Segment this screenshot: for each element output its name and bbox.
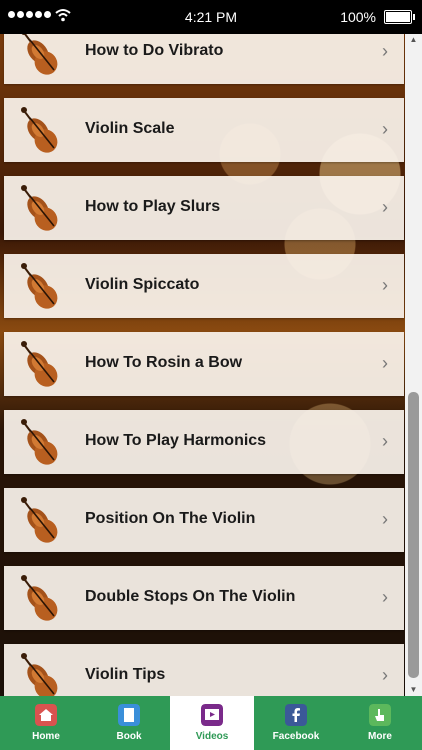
- violin-icon: [20, 106, 62, 156]
- list-item-label: Violin Scale: [85, 120, 175, 137]
- chevron-right-icon: ›: [382, 275, 388, 295]
- book-icon: [118, 704, 140, 726]
- chevron-right-icon: ›: [382, 587, 388, 607]
- list-item[interactable]: Double Stops On The Violin ›: [4, 566, 404, 630]
- scroll-up-icon[interactable]: ▲: [405, 34, 422, 46]
- chevron-right-icon: ›: [382, 119, 388, 139]
- tab-home[interactable]: Home: [4, 696, 88, 750]
- tab-videos[interactable]: Videos: [170, 696, 254, 750]
- violin-icon: [20, 34, 62, 78]
- chevron-right-icon: ›: [382, 665, 388, 685]
- list-item[interactable]: Violin Tips ›: [4, 644, 404, 696]
- battery-percent: 100%: [340, 9, 376, 25]
- list-item[interactable]: Position On The Violin ›: [4, 488, 404, 552]
- chevron-right-icon: ›: [382, 41, 388, 61]
- status-bar: 4:21 PM 100%: [0, 0, 422, 34]
- list-item[interactable]: How To Play Harmonics ›: [4, 410, 404, 474]
- facebook-icon: [285, 704, 307, 726]
- battery-icon: [384, 10, 415, 24]
- tab-more[interactable]: More: [338, 696, 422, 750]
- chevron-right-icon: ›: [382, 353, 388, 373]
- scroll-down-icon[interactable]: ▼: [405, 684, 422, 696]
- tab-label: More: [368, 731, 392, 742]
- more-icon: [369, 704, 391, 726]
- list-item[interactable]: How to Play Slurs ›: [4, 176, 404, 240]
- chevron-right-icon: ›: [382, 197, 388, 217]
- list-item-label: Double Stops On The Violin: [85, 588, 296, 605]
- tab-facebook[interactable]: Facebook: [254, 696, 338, 750]
- violin-icon: [20, 184, 62, 234]
- videos-icon: [201, 704, 223, 726]
- list-item-label: Violin Tips: [85, 666, 166, 683]
- list-item-label: Position On The Violin: [85, 510, 256, 527]
- scrollbar-thumb[interactable]: [408, 392, 419, 678]
- violin-icon: [20, 418, 62, 468]
- tab-label: Videos: [195, 731, 229, 742]
- list-item[interactable]: How To Rosin a Bow ›: [4, 332, 404, 396]
- list-item[interactable]: Violin Spiccato ›: [4, 254, 404, 318]
- list-item[interactable]: Violin Scale ›: [4, 98, 404, 162]
- video-list: How to Do Vibrato › Violin Scale › How t…: [0, 34, 405, 696]
- tab-label: Book: [116, 731, 142, 742]
- violin-icon: [20, 574, 62, 624]
- scrollbar[interactable]: ▲ ▼: [405, 34, 422, 696]
- list-item-label: How To Rosin a Bow: [85, 354, 243, 371]
- tab-label: Facebook: [272, 731, 320, 742]
- violin-icon: [20, 496, 62, 546]
- home-icon: [35, 704, 57, 726]
- chevron-right-icon: ›: [382, 431, 388, 451]
- tab-bar: Home Book Videos Facebook More: [0, 696, 422, 750]
- list-item-label: How to Play Slurs: [85, 198, 221, 215]
- chevron-right-icon: ›: [382, 509, 388, 529]
- tab-book[interactable]: Book: [87, 696, 171, 750]
- list-item-label: Violin Spiccato: [85, 276, 200, 293]
- tab-label: Home: [32, 731, 60, 742]
- list-item-label: How to Do Vibrato: [85, 42, 224, 59]
- violin-icon: [20, 340, 62, 390]
- list-item-label: How To Play Harmonics: [85, 432, 267, 449]
- list-item[interactable]: How to Do Vibrato ›: [4, 34, 404, 84]
- violin-icon: [20, 262, 62, 312]
- violin-icon: [20, 652, 62, 696]
